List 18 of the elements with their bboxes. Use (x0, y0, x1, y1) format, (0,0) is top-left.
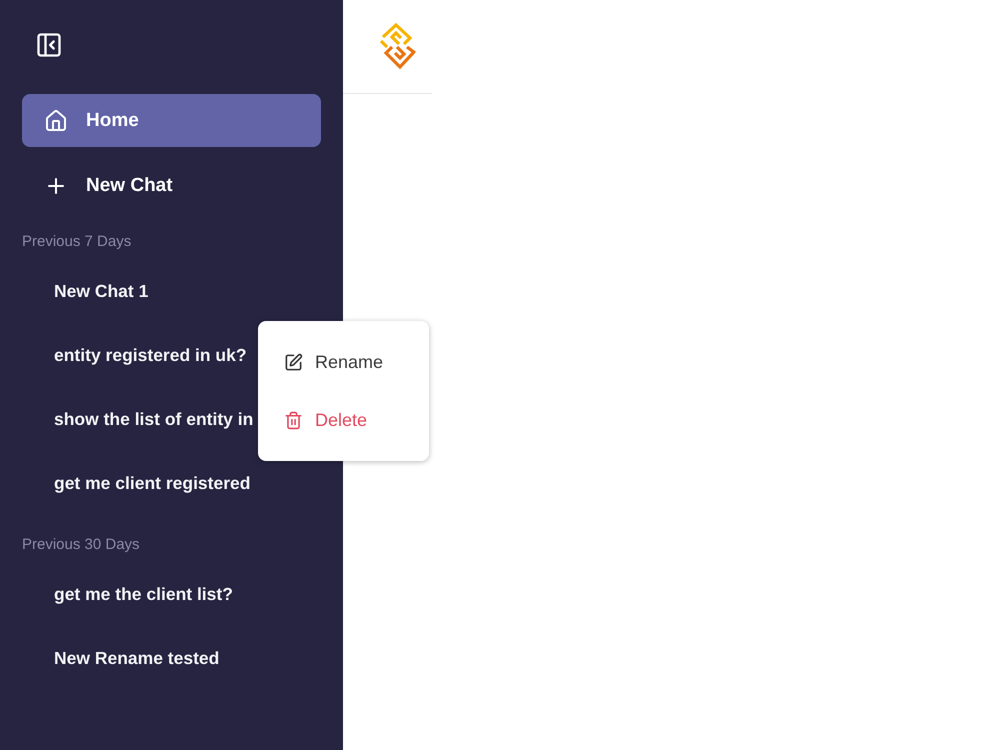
chat-item[interactable]: New Chat 1 (22, 259, 148, 323)
trash-icon (284, 410, 303, 430)
pen-square-icon (284, 352, 303, 372)
logo-icon (379, 22, 417, 70)
delete-menu-item[interactable]: Delete (258, 391, 429, 449)
panel-toggle-icon (35, 31, 63, 59)
nav-item[interactable]: Home (22, 94, 321, 147)
chat-item[interactable]: get me client registered (22, 451, 250, 515)
chat-item[interactable]: entity registered in uk? (22, 323, 247, 387)
chat-item[interactable]: New Rename tested (22, 626, 220, 690)
chat-item[interactable]: show the list of entity in (22, 387, 254, 451)
nav-item[interactable]: New Chat (22, 159, 321, 212)
collapse-sidebar-button[interactable] (35, 31, 63, 59)
home-icon (44, 108, 68, 132)
rename-menu-item[interactable]: Rename (258, 333, 429, 391)
section-heading: Previous 30 Days (22, 535, 140, 555)
chat-item[interactable]: get me the client list? (22, 562, 233, 626)
section-heading: Previous 7 Days (22, 232, 132, 252)
